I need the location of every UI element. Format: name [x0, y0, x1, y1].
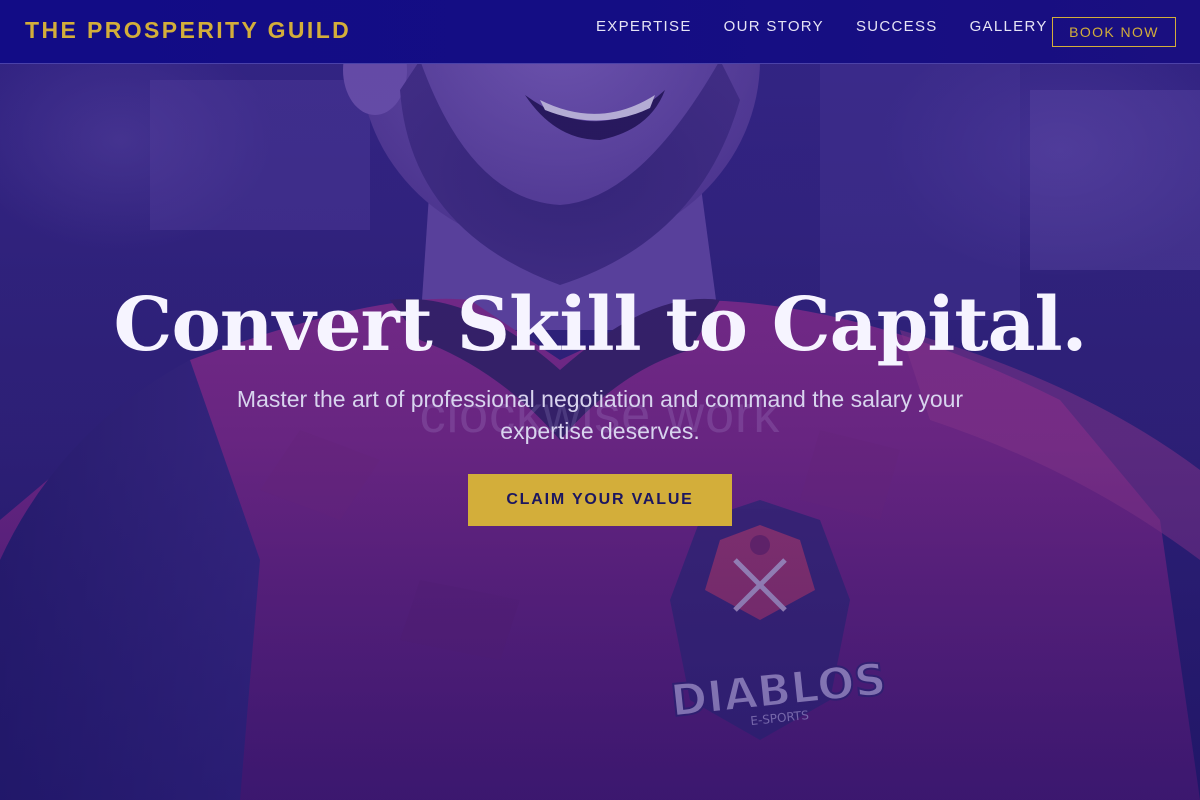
hero-subtitle: Master the art of professional negotiati…	[236, 386, 964, 444]
brand-logo[interactable]: THE PROSPERITY GUILD	[25, 17, 351, 44]
nav-links: EXPERTISE OUR STORY SUCCESS GALLERY	[596, 18, 1080, 35]
nav-link-gallery[interactable]: GALLERY	[970, 18, 1048, 35]
claim-your-value-button[interactable]: CLAIM YOUR VALUE	[468, 474, 732, 526]
landing-page: DIABLOS E-SPORTS clockwise work THE PROS…	[0, 0, 1200, 800]
hero-title: Convert Skill to Capital.	[113, 282, 1088, 368]
book-now-button[interactable]: BOOK NOW	[1052, 17, 1176, 47]
nav-link-success[interactable]: SUCCESS	[856, 18, 938, 35]
nav-link-expertise[interactable]: EXPERTISE	[596, 18, 692, 35]
top-navbar: THE PROSPERITY GUILD EXPERTISE OUR STORY…	[0, 0, 1200, 64]
nav-link-our-story[interactable]: OUR STORY	[724, 18, 824, 35]
